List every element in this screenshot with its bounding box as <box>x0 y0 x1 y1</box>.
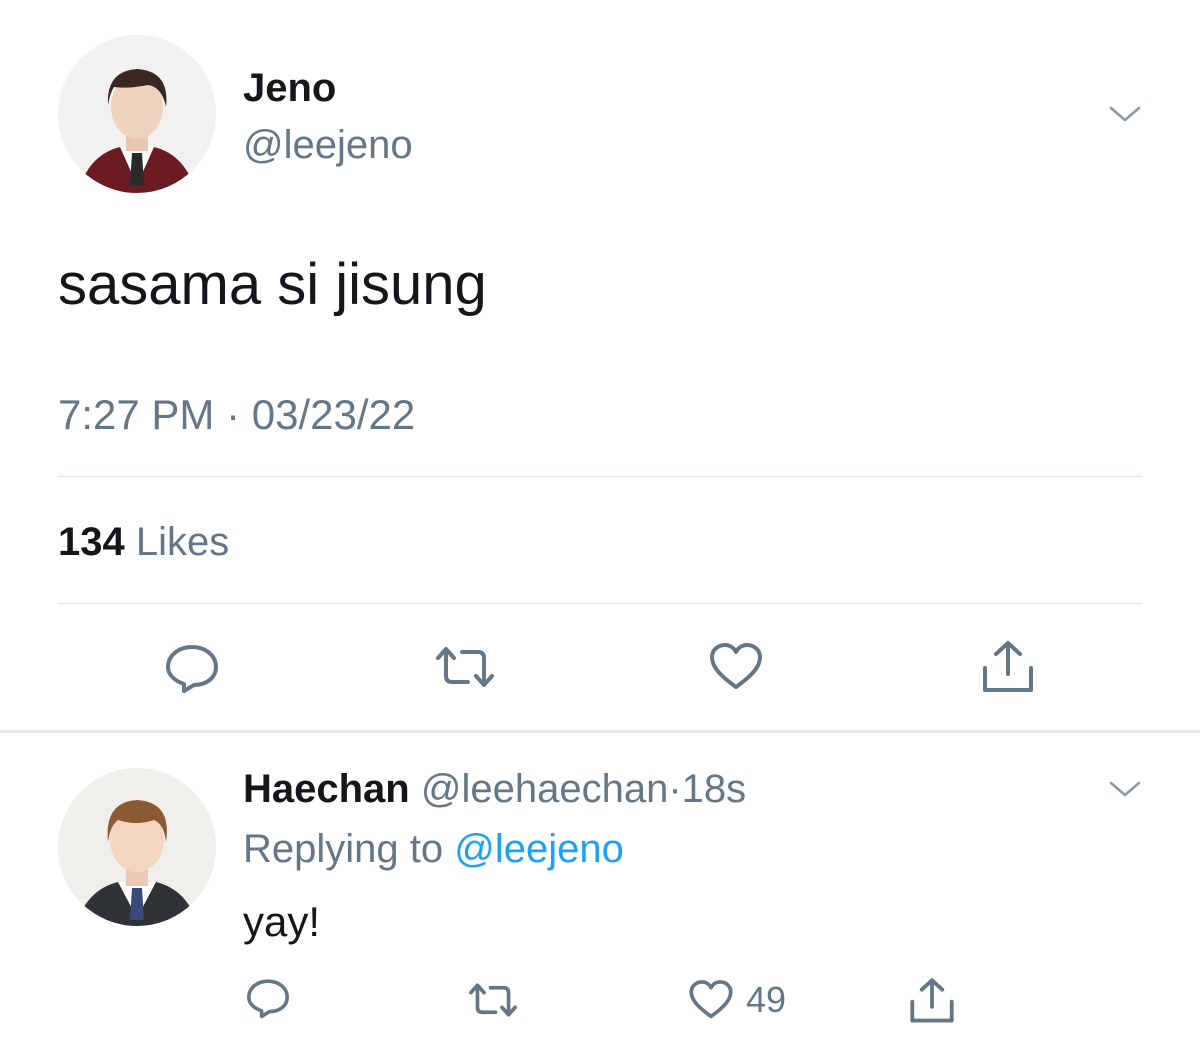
replying-to-label: Replying to <box>243 827 444 871</box>
tweet-date: 03/23/22 <box>251 391 416 438</box>
reply-share-button[interactable] <box>908 976 956 1024</box>
tweet-text: sasama si jisung <box>58 252 487 317</box>
likes-count: 134 <box>58 520 125 564</box>
reply-icon <box>166 645 218 693</box>
retweet-icon <box>469 983 517 1017</box>
share-icon <box>983 641 1033 692</box>
reply-text: yay! <box>243 898 321 945</box>
replying-to: Replying to @leejeno <box>243 826 624 872</box>
retweet-button[interactable] <box>432 642 498 692</box>
reply-icon <box>247 979 289 1019</box>
tweet-timestamp[interactable]: 7:27 PM · 03/23/22 <box>58 392 415 438</box>
reply-age[interactable]: 18s <box>682 767 747 811</box>
author-avatar[interactable] <box>58 35 216 193</box>
share-icon <box>910 978 954 1023</box>
reply-author-avatar[interactable] <box>58 768 216 926</box>
author-name[interactable]: Jeno <box>243 66 336 110</box>
reply-menu-chevron-down-icon[interactable] <box>1108 778 1142 800</box>
like-icon <box>710 643 762 689</box>
reply-reply-button[interactable] <box>244 976 292 1020</box>
reply-retweet-button[interactable] <box>466 979 520 1021</box>
timestamp-separator: · <box>226 391 241 438</box>
replying-to-handle-link[interactable]: @leejeno <box>454 827 624 871</box>
reply-author-handle[interactable]: @leehaechan <box>421 767 668 811</box>
tweet-time: 7:27 PM <box>58 391 215 438</box>
reply-like-button[interactable]: 49 <box>688 976 808 1024</box>
likes-stat[interactable]: 134 Likes <box>58 520 229 564</box>
retweet-icon <box>436 647 494 687</box>
share-button[interactable] <box>980 638 1036 694</box>
reply-button[interactable] <box>162 641 222 695</box>
like-button[interactable] <box>708 642 764 692</box>
reply-author-name[interactable]: Haechan <box>243 767 410 811</box>
tweet-menu-chevron-down-icon[interactable] <box>1108 103 1142 125</box>
section-divider <box>0 730 1200 733</box>
divider <box>58 476 1142 477</box>
reply-separator: · <box>668 767 682 811</box>
divider <box>58 603 1142 604</box>
author-handle[interactable]: @leejeno <box>243 123 413 167</box>
reply-header: Haechan @leehaechan·18s <box>243 766 746 812</box>
reply-like-count: 49 <box>746 979 787 1020</box>
likes-label: Likes <box>135 520 230 564</box>
like-icon <box>689 980 733 1019</box>
